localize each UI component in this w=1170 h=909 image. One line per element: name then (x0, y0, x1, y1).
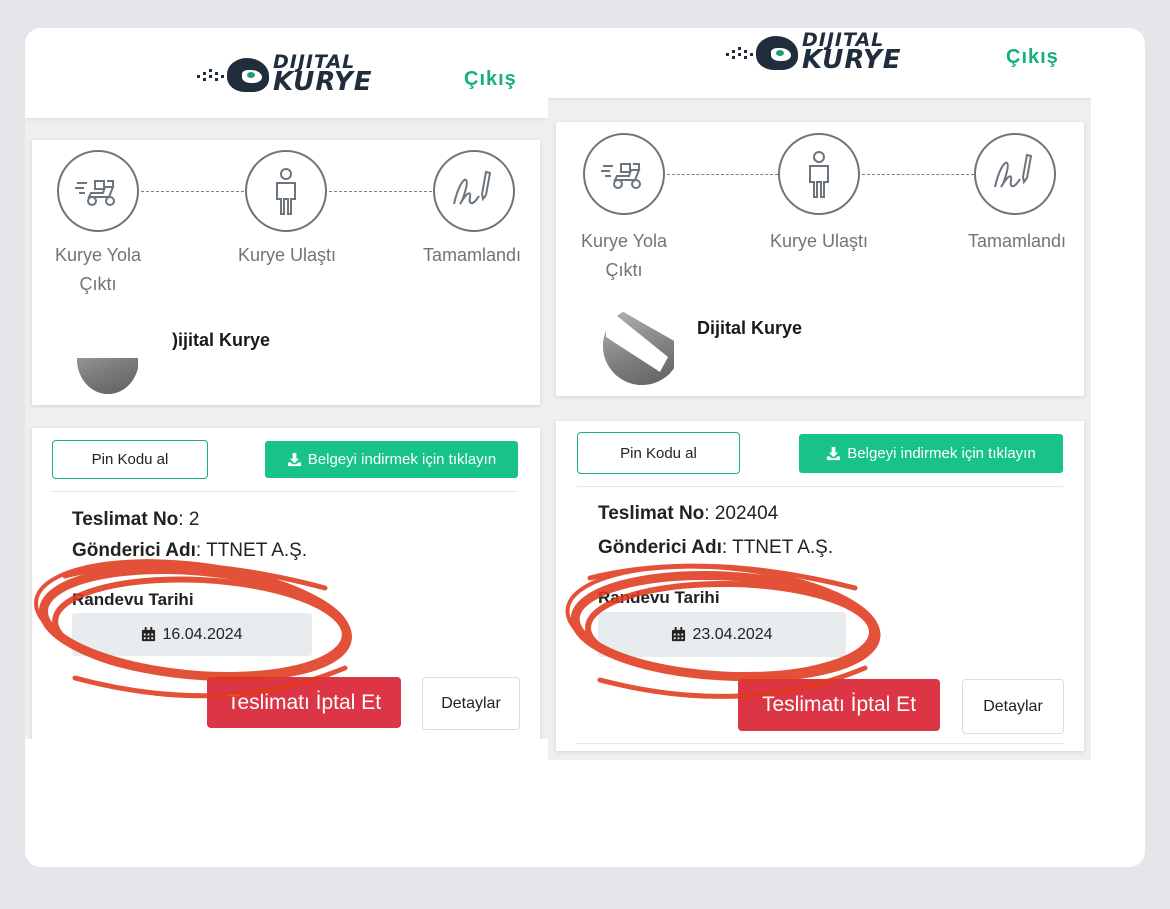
step-connector (329, 191, 432, 192)
scooter-icon (75, 180, 115, 206)
delivery-number: Teslimat No: 202404 (598, 503, 779, 524)
download-label: Belgeyi indirmek için tıklayın (847, 445, 1036, 462)
appointment-date-field[interactable]: 23.04.2024 (598, 612, 846, 657)
step-arrived (245, 150, 327, 232)
download-icon (827, 446, 841, 461)
appointment-date-value: 23.04.2024 (692, 625, 773, 643)
step-on-the-way (583, 133, 665, 215)
step-label-on-the-way: Kurye Yola Çıktı (580, 231, 668, 280)
step-on-the-way (57, 150, 139, 232)
download-icon (287, 452, 301, 467)
download-label: Belgeyi indirmek için tıklayın (307, 451, 497, 468)
app-header: DIJITAL KURYE Çıkış (25, 28, 548, 118)
calendar-icon (142, 627, 156, 642)
delivery-card: Pin Kodu al Belgeyi indirmek için tıklay… (32, 428, 540, 739)
step-label-completed: Tamamlandı (967, 231, 1067, 251)
scooter-icon (601, 163, 641, 189)
step-label-arrived: Kurye Ulaştı (237, 245, 337, 265)
person-icon (809, 151, 829, 198)
helmet-icon (756, 35, 798, 70)
logo-pixel-icon (726, 44, 754, 62)
dijital-kurye-logo: DIJITAL KURYE (726, 30, 902, 76)
pin-code-button[interactable]: Pin Kodu al (577, 432, 740, 474)
download-document-button[interactable]: Belgeyi indirmek için tıklayın (799, 434, 1063, 473)
sender-name: Gönderici Adı: TTNET A.Ş. (72, 540, 308, 561)
sender-name: Gönderici Adı: TTNET A.Ş. (598, 537, 834, 558)
appointment-date-label: Randevu Tarihi (598, 588, 720, 607)
step-completed (974, 133, 1056, 215)
logo-line2: KURYE (802, 45, 902, 76)
screenshot-card: DIJITAL KURYE Çıkış Kurye Yola Çıktı Kury… (25, 28, 1145, 867)
logout-link[interactable]: Çıkış (464, 68, 517, 91)
logo-line2: KURYE (273, 67, 373, 98)
logo-pixel-icon (197, 66, 225, 84)
status-tracker-card: Kurye Yola Çıktı Kurye Ulaştı Tamamlandı … (556, 122, 1084, 396)
courier-name: )ijital Kurye (172, 330, 271, 350)
cancel-delivery-button[interactable]: Teslimatı İptal Et (207, 677, 401, 728)
appointment-date-label: Randevu Tarihi (72, 590, 194, 609)
right-screenshot: DIJITAL KURYE Çıkış Kurye Yola Çıktı Kury… (548, 28, 1091, 760)
courier-name: Dijital Kurye (697, 318, 803, 338)
step-connector (667, 174, 778, 175)
cancel-delivery-button[interactable]: Teslimatı İptal Et (738, 679, 940, 731)
logout-link[interactable]: Çıkış (1006, 46, 1059, 69)
details-button[interactable]: Detaylar (422, 677, 520, 730)
appointment-date-value: 16.04.2024 (162, 625, 243, 643)
signature-icon (994, 153, 1033, 188)
delivery-card: Pin Kodu al Belgeyi indirmek için tıklay… (556, 421, 1084, 751)
signature-icon (453, 170, 492, 205)
step-label-on-the-way: Kurye Yola Çıktı (54, 245, 142, 294)
pin-code-button[interactable]: Pin Kodu al (52, 440, 208, 479)
step-completed (433, 150, 515, 232)
appointment-date-field[interactable]: 16.04.2024 (72, 613, 312, 656)
step-label-arrived: Kurye Ulaştı (769, 231, 869, 251)
download-document-button[interactable]: Belgeyi indirmek için tıklayın (265, 441, 518, 478)
status-tracker-card: Kurye Yola Çıktı Kurye Ulaştı Tamamlandı … (32, 140, 540, 405)
calendar-icon (672, 627, 686, 642)
left-screenshot: DIJITAL KURYE Çıkış Kurye Yola Çıktı Kury… (25, 28, 548, 739)
person-icon (276, 168, 296, 215)
step-label-completed: Tamamlandı (422, 245, 522, 265)
dijital-kurye-logo: DIJITAL KURYE (197, 52, 373, 98)
step-arrived (778, 133, 860, 215)
delivery-number: Teslimat No: 2 (72, 509, 200, 530)
app-header: DIJITAL KURYE Çıkış (548, 28, 1091, 98)
helmet-icon (227, 57, 269, 92)
step-connector (141, 191, 244, 192)
details-button[interactable]: Detaylar (962, 679, 1064, 734)
step-connector (862, 174, 974, 175)
